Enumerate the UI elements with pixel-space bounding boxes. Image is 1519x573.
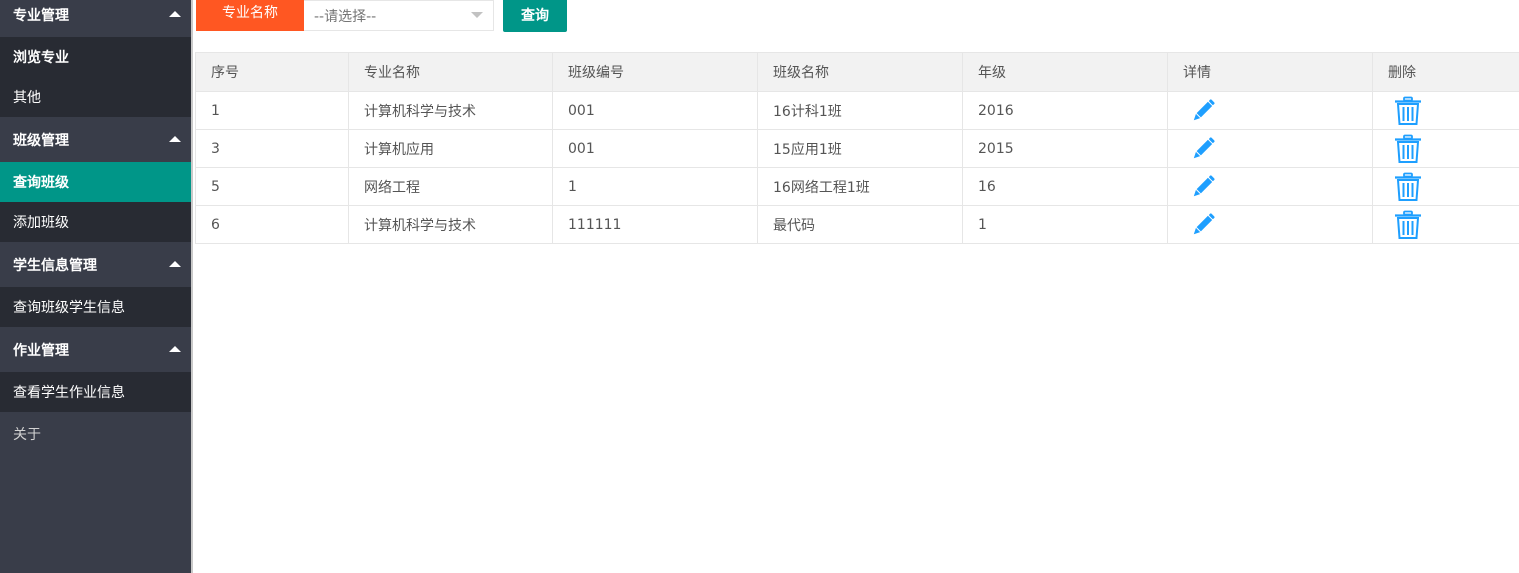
cell-delete [1372, 205, 1519, 244]
cell-grade: 2015 [962, 129, 1168, 168]
col-header-detail: 详情 [1167, 52, 1373, 92]
cell-class-id: 111111 [552, 205, 758, 244]
chevron-down-icon [471, 12, 483, 18]
cell-class-name: 16计科1班 [757, 91, 963, 130]
sidebar-group-label: 班级管理 [13, 132, 69, 149]
sidebar-item-query-student[interactable]: 查询班级学生信息 [0, 287, 191, 327]
cell-major: 计算机应用 [348, 129, 553, 168]
sidebar-group-major[interactable]: 专业管理 [0, 0, 193, 37]
caret-up-icon [169, 345, 181, 352]
col-header-class-name: 班级名称 [757, 52, 963, 92]
col-header-class-id: 班级编号 [552, 52, 758, 92]
sidebar-item-label: 其他 [13, 90, 41, 106]
cell-delete [1372, 91, 1519, 130]
cell-detail [1167, 167, 1373, 206]
cell-detail [1167, 205, 1373, 244]
cell-grade: 2016 [962, 91, 1168, 130]
caret-up-icon [169, 135, 181, 142]
cell-class-id: 1 [552, 167, 758, 206]
col-header-grade: 年级 [962, 52, 1168, 92]
cell-detail [1167, 91, 1373, 130]
table-row: 3 计算机应用 001 15应用1班 2015 [195, 129, 1519, 168]
sidebar-group-label: 学生信息管理 [13, 257, 97, 274]
sidebar-item-add-class[interactable]: 添加班级 [0, 202, 191, 242]
cell-major: 计算机科学与技术 [348, 91, 553, 130]
cell-class-id: 001 [552, 129, 758, 168]
col-header-major: 专业名称 [348, 52, 553, 92]
cell-class-name: 15应用1班 [757, 129, 963, 168]
sidebar-item-browse-major[interactable]: 浏览专业 [0, 37, 191, 77]
cell-grade: 1 [962, 205, 1168, 244]
cell-index: 5 [195, 167, 349, 206]
sidebar-item-other[interactable]: 其他 [0, 77, 191, 117]
cell-class-id: 001 [552, 91, 758, 130]
sidebar: 专业管理 浏览专业 其他 班级管理 查询班级 添加班级 学生信息管理 查询班级学… [0, 0, 193, 573]
cell-delete [1372, 129, 1519, 168]
table-header-row: 序号 专业名称 班级编号 班级名称 年级 详情 删除 [195, 52, 1519, 92]
cell-class-name: 16网络工程1班 [757, 167, 963, 206]
cell-major: 网络工程 [348, 167, 553, 206]
cell-class-name: 最代码 [757, 205, 963, 244]
cell-detail [1167, 129, 1373, 168]
trash-icon[interactable] [1393, 210, 1423, 240]
pencil-icon[interactable] [1188, 172, 1218, 202]
class-table: 序号 专业名称 班级编号 班级名称 年级 详情 删除 1 计算机科学与技术 00… [195, 52, 1519, 244]
sidebar-item-about[interactable]: 关于 [0, 414, 191, 454]
trash-icon[interactable] [1393, 96, 1423, 126]
pencil-icon[interactable] [1188, 210, 1218, 240]
col-header-delete: 删除 [1372, 52, 1519, 92]
select-value: --请选择-- [314, 9, 377, 25]
trash-icon[interactable] [1393, 134, 1423, 164]
caret-up-icon [169, 260, 181, 267]
sidebar-item-label: 查看学生作业信息 [13, 385, 125, 401]
cell-major: 计算机科学与技术 [348, 205, 553, 244]
table-row: 6 计算机科学与技术 111111 最代码 1 [195, 205, 1519, 244]
sidebar-item-label: 查询班级学生信息 [13, 300, 125, 316]
sidebar-item-label: 浏览专业 [13, 50, 69, 66]
query-button[interactable]: 查询 [503, 0, 567, 32]
major-select[interactable]: --请选择-- [304, 0, 494, 31]
sidebar-item-label: 关于 [13, 427, 41, 443]
sidebar-item-view-homework[interactable]: 查看学生作业信息 [0, 372, 191, 412]
sidebar-group-label: 专业管理 [13, 7, 69, 24]
sidebar-item-label: 添加班级 [13, 215, 69, 231]
pencil-icon[interactable] [1188, 96, 1218, 126]
sidebar-item-label: 查询班级 [13, 175, 69, 191]
cell-index: 3 [195, 129, 349, 168]
sidebar-item-query-class[interactable]: 查询班级 [0, 162, 191, 202]
cell-delete [1372, 167, 1519, 206]
sidebar-group-class[interactable]: 班级管理 [0, 117, 193, 162]
trash-icon[interactable] [1393, 172, 1423, 202]
table-row: 5 网络工程 1 16网络工程1班 16 [195, 167, 1519, 206]
sidebar-group-homework[interactable]: 作业管理 [0, 327, 193, 372]
sidebar-group-student[interactable]: 学生信息管理 [0, 242, 193, 287]
pencil-icon[interactable] [1188, 134, 1218, 164]
cell-grade: 16 [962, 167, 1168, 206]
caret-up-icon [169, 10, 181, 17]
cell-index: 6 [195, 205, 349, 244]
major-name-label: 专业名称 [196, 0, 304, 31]
table-row: 1 计算机科学与技术 001 16计科1班 2016 [195, 91, 1519, 130]
cell-index: 1 [195, 91, 349, 130]
col-header-index: 序号 [195, 52, 349, 92]
sidebar-group-label: 作业管理 [13, 342, 69, 359]
